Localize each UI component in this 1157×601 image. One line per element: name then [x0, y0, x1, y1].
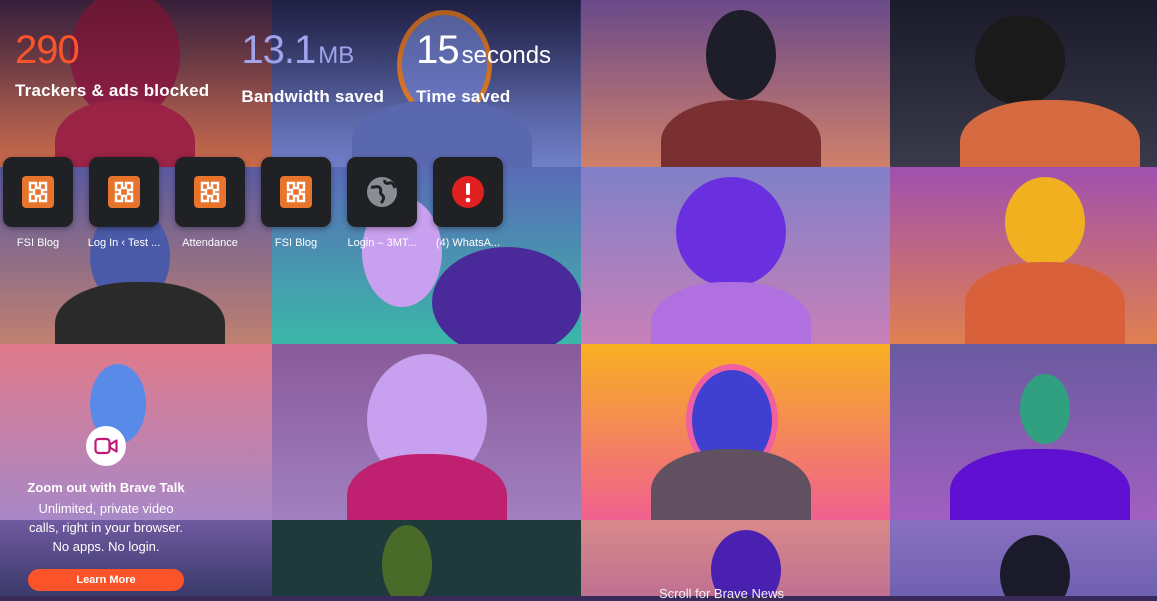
wallpaper-tile [581, 344, 890, 520]
top-site-tile[interactable]: FSI Blog [3, 157, 73, 249]
wallpaper-tile [890, 0, 1157, 167]
brave-talk-icon-circle [86, 426, 126, 466]
wallpaper-tile [890, 520, 1157, 596]
xampp-icon [108, 176, 140, 208]
top-site-tile[interactable]: Log In ‹ Test ... [88, 157, 160, 249]
brave-talk-title: Zoom out with Brave Talk [27, 480, 185, 495]
stat-time: 15 seconds Time saved [416, 28, 551, 107]
site-name: (4) WhatsA... [435, 237, 501, 249]
xampp-icon [280, 176, 312, 208]
top-sites: FSI Blog Log In ‹ Test ... Attendance FS… [3, 157, 519, 249]
bandwidth-value: 13.1 MB [241, 28, 384, 78]
brave-talk-line: Unlimited, private video [38, 501, 174, 516]
site-favicon-box [347, 157, 417, 227]
site-favicon-box [261, 157, 331, 227]
wallpaper-tile [890, 167, 1157, 344]
site-favicon-box [175, 157, 245, 227]
bandwidth-label: Bandwidth saved [241, 87, 385, 106]
time-value: 15 seconds [416, 28, 551, 78]
site-favicon-box [433, 157, 503, 227]
time-label: Time saved [416, 87, 511, 106]
stat-bandwidth: 13.1 MB Bandwidth saved [241, 28, 384, 107]
brave-talk-line: No apps. No login. [52, 539, 160, 554]
site-name: Attendance [182, 237, 238, 249]
brave-talk-description: Unlimited, private video calls, right in… [15, 499, 197, 556]
wallpaper-tile [272, 520, 581, 596]
site-name: Login – 3MT... [347, 237, 417, 249]
site-name: FSI Blog [16, 237, 60, 249]
time-number: 15 [416, 28, 459, 72]
wallpaper-tile [272, 344, 581, 520]
bandwidth-number: 13.1 [241, 28, 316, 72]
scroll-for-news-hint[interactable]: Scroll for Brave News [659, 586, 784, 601]
alert-icon [452, 176, 484, 208]
trackers-label: Trackers & ads blocked [15, 81, 210, 100]
site-name: FSI Blog [274, 237, 318, 249]
globe-icon [367, 177, 397, 207]
stat-trackers: 290 Trackers & ads blocked [15, 28, 209, 107]
video-camera-icon [94, 437, 118, 455]
wallpaper-tile [890, 344, 1157, 520]
brave-talk-card: Zoom out with Brave Talk Unlimited, priv… [15, 426, 197, 591]
top-site-tile[interactable]: FSI Blog [261, 157, 331, 249]
site-favicon-box [89, 157, 159, 227]
top-site-tile[interactable]: (4) WhatsA... [433, 157, 503, 249]
xampp-icon [22, 176, 54, 208]
wallpaper-tile [581, 520, 890, 596]
brave-talk-line: calls, right in your browser. [29, 520, 183, 535]
wallpaper-tile [581, 0, 890, 167]
time-unit: seconds [461, 42, 552, 69]
wallpaper-tile [581, 167, 890, 344]
xampp-icon [194, 176, 226, 208]
top-site-tile[interactable]: Attendance [175, 157, 245, 249]
site-name: Log In ‹ Test ... [87, 237, 161, 249]
brave-stats: 290 Trackers & ads blocked 13.1 MB Bandwi… [15, 28, 583, 107]
site-favicon-box [3, 157, 73, 227]
trackers-count: 290 [15, 28, 80, 72]
learn-more-button[interactable]: Learn More [28, 569, 184, 591]
bandwidth-unit: MB [318, 42, 355, 69]
top-site-tile[interactable]: Login – 3MT... [347, 157, 417, 249]
